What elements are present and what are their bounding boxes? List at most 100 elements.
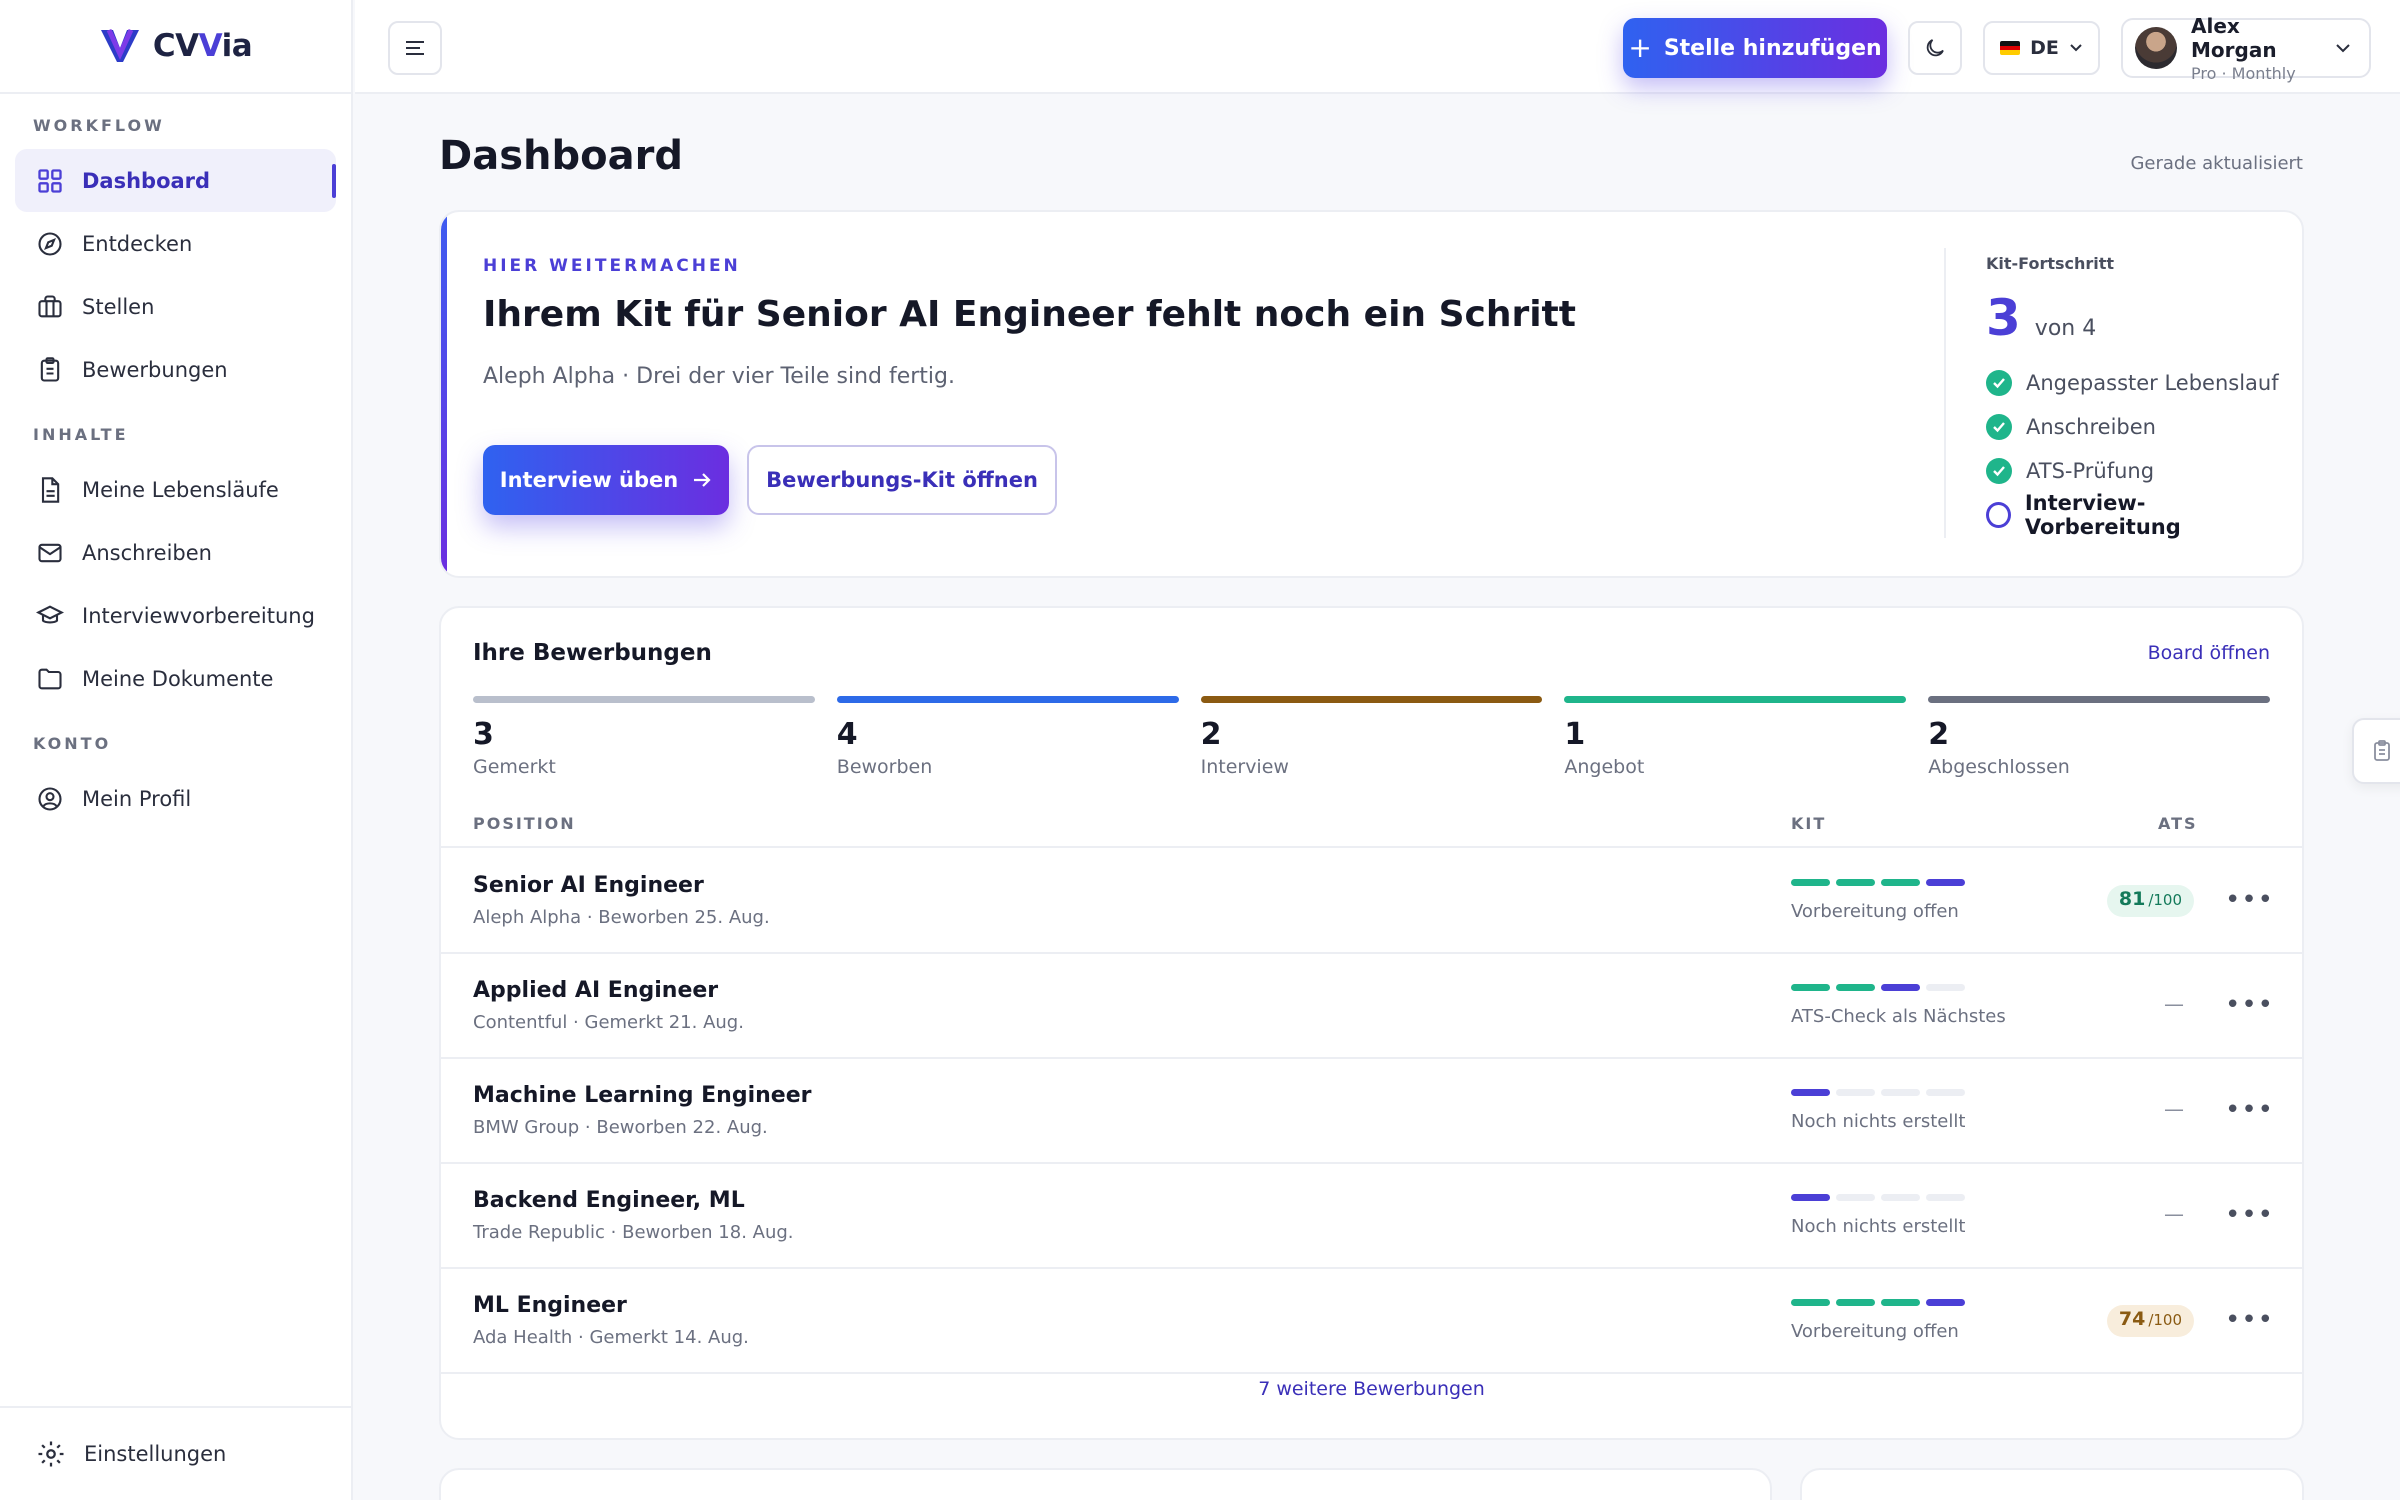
document-icon bbox=[41, 476, 60, 503]
grid-icon bbox=[38, 168, 62, 193]
row-status: ATS-Check als Nächstes bbox=[1791, 1006, 2006, 1027]
more-horizontal-icon[interactable]: ••• bbox=[2225, 990, 2274, 1020]
section-label-inhalte: INHALTE bbox=[33, 425, 129, 444]
sidebar-item-dashboard[interactable]: Dashboard bbox=[15, 149, 336, 212]
bottom-card-left bbox=[439, 1468, 1772, 1500]
kit-step: ATS-Prüfung bbox=[1986, 449, 2284, 493]
table-row[interactable]: Backend Engineer, ML Trade Republic · Be… bbox=[441, 1164, 2302, 1269]
brand-logo[interactable]: CVVia bbox=[0, 0, 351, 94]
menu-toggle-button[interactable] bbox=[388, 21, 442, 75]
table-header: POSITION KIT ATS bbox=[441, 808, 2302, 848]
floating-clipboard-tab[interactable] bbox=[2352, 718, 2400, 784]
stage-angebot[interactable]: 1 Angebot bbox=[1564, 696, 1907, 778]
ats-score-badge: 74/100 bbox=[2106, 1305, 2194, 1337]
graduation-cap-icon bbox=[36, 604, 64, 623]
kit-step: Anschreiben bbox=[1986, 405, 2284, 449]
row-status: Vorbereitung offen bbox=[1791, 1321, 1959, 1342]
row-title: Applied AI Engineer bbox=[473, 978, 719, 1003]
sidebar-item-einstellungen[interactable]: Einstellungen bbox=[0, 1406, 351, 1500]
row-status: Vorbereitung offen bbox=[1791, 901, 1959, 922]
row-title: ML Engineer bbox=[473, 1293, 627, 1318]
empty-circle-icon bbox=[1986, 502, 2011, 528]
more-applications-link[interactable]: 7 weitere Bewerbungen bbox=[441, 1378, 2302, 1400]
sidebar-item-lebenslaeufe[interactable]: Meine Lebensläufe bbox=[15, 458, 336, 521]
user-name: Alex Morgan bbox=[2191, 13, 2277, 62]
table-row[interactable]: ML Engineer Ada Health · Gemerkt 14. Aug… bbox=[441, 1269, 2302, 1374]
page-title: Dashboard bbox=[439, 133, 683, 179]
more-horizontal-icon[interactable]: ••• bbox=[2225, 885, 2274, 915]
sidebar-item-stellen[interactable]: Stellen bbox=[15, 275, 336, 338]
section-label-workflow: WORKFLOW bbox=[33, 116, 165, 135]
more-horizontal-icon[interactable]: ••• bbox=[2225, 1200, 2274, 1230]
clipboard-icon bbox=[40, 356, 60, 382]
menu-icon bbox=[406, 41, 424, 55]
flag-de-icon bbox=[2000, 41, 2021, 55]
applications-card: Ihre Bewerbungen Board öffnen 3 Gemerkt 4… bbox=[439, 606, 2304, 1440]
applications-table: Senior AI Engineer Aleph Alpha · Beworbe… bbox=[441, 849, 2302, 1374]
compass-icon bbox=[38, 231, 62, 256]
briefcase-icon bbox=[38, 294, 62, 317]
applications-title: Ihre Bewerbungen bbox=[473, 640, 712, 666]
user-menu-button[interactable]: Alex Morgan Pro · Monthly bbox=[2121, 14, 2371, 83]
ats-empty: — bbox=[2164, 992, 2184, 1016]
open-board-link[interactable]: Board öffnen bbox=[2148, 642, 2270, 664]
gear-icon bbox=[38, 1441, 64, 1467]
stage-bar bbox=[1928, 696, 2270, 703]
stage-interview[interactable]: 2 Interview bbox=[1200, 696, 1543, 778]
stage-bar bbox=[473, 696, 815, 703]
stage-bar bbox=[836, 696, 1179, 703]
stage-beworben[interactable]: 4 Beworben bbox=[836, 696, 1179, 778]
kit-progress-bar bbox=[1791, 1299, 1965, 1306]
check-circle-icon bbox=[1986, 458, 2012, 484]
row-subtitle: BMW Group · Beworben 22. Aug. bbox=[473, 1117, 768, 1138]
logo-icon bbox=[100, 28, 139, 62]
table-row[interactable]: Applied AI Engineer Contentful · Gemerkt… bbox=[441, 954, 2302, 1059]
kit-progress-bar bbox=[1791, 1194, 1965, 1201]
theme-toggle-button[interactable] bbox=[1908, 21, 1962, 75]
kit-progress-bar bbox=[1791, 1089, 1965, 1096]
sidebar-item-label: Bewerbungen bbox=[82, 357, 228, 382]
kit-step: Angepasster Lebenslauf bbox=[1986, 361, 2284, 405]
sidebar-item-label: Entdecken bbox=[82, 231, 193, 256]
language-select[interactable]: DE bbox=[1983, 21, 2100, 75]
sidebar-item-dokumente[interactable]: Meine Dokumente bbox=[15, 647, 336, 710]
continue-subtitle: Aleph Alpha · Drei der vier Teile sind f… bbox=[483, 364, 956, 389]
table-row[interactable]: Senior AI Engineer Aleph Alpha · Beworbe… bbox=[441, 849, 2302, 954]
more-horizontal-icon[interactable]: ••• bbox=[2225, 1095, 2274, 1125]
sidebar-item-label: Meine Lebensläufe bbox=[82, 477, 279, 502]
open-kit-button[interactable]: Bewerbungs-Kit öffnen bbox=[747, 445, 1057, 515]
kit-progress-bar bbox=[1791, 879, 1965, 886]
brand-name: CVVia bbox=[152, 28, 253, 64]
topbar: + Stelle hinzufügen DE Alex Morgan Pro ·… bbox=[355, 0, 2400, 94]
sidebar-item-bewerbungen[interactable]: Bewerbungen bbox=[15, 338, 336, 401]
sidebar-item-interviewvorbereitung[interactable]: Interviewvorbereitung bbox=[15, 584, 336, 647]
kit-step-pending: Interview-Vorbereitung bbox=[1986, 491, 2284, 539]
clipboard-icon bbox=[2374, 740, 2390, 761]
row-subtitle: Aleph Alpha · Beworben 25. Aug. bbox=[473, 907, 770, 928]
more-horizontal-icon[interactable]: ••• bbox=[2225, 1305, 2274, 1335]
continue-card: HIER WEITERMACHEN Ihrem Kit für Senior A… bbox=[439, 210, 2304, 578]
add-job-button[interactable]: + Stelle hinzufügen bbox=[1623, 18, 1887, 78]
sidebar: CVVia WORKFLOW Dashboard Entdecken Stell… bbox=[0, 0, 353, 1500]
plus-icon: + bbox=[1628, 31, 1652, 64]
ats-empty: — bbox=[2164, 1202, 2184, 1226]
pipeline-stages: 3 Gemerkt 4 Beworben 2 Interview 1 Angebot 2… bbox=[473, 696, 2270, 778]
row-title: Senior AI Engineer bbox=[473, 873, 704, 898]
row-status: Noch nichts erstellt bbox=[1791, 1216, 1966, 1237]
practice-interview-button[interactable]: Interview üben bbox=[483, 445, 729, 515]
row-status: Noch nichts erstellt bbox=[1791, 1111, 1966, 1132]
sidebar-item-profil[interactable]: Mein Profil bbox=[15, 767, 336, 830]
column-position: POSITION bbox=[473, 814, 576, 833]
folder-icon bbox=[38, 668, 62, 689]
sidebar-item-label: Dashboard bbox=[82, 168, 211, 193]
sidebar-item-entdecken[interactable]: Entdecken bbox=[15, 212, 336, 275]
sidebar-item-anschreiben[interactable]: Anschreiben bbox=[15, 521, 336, 584]
sidebar-item-label: Anschreiben bbox=[82, 540, 212, 565]
table-row[interactable]: Machine Learning Engineer BMW Group · Be… bbox=[441, 1059, 2302, 1164]
stage-abgeschlossen[interactable]: 2 Abgeschlossen bbox=[1928, 696, 2270, 778]
row-subtitle: Ada Health · Gemerkt 14. Aug. bbox=[473, 1327, 749, 1348]
continue-eyebrow: HIER WEITERMACHEN bbox=[483, 256, 741, 276]
kit-progress-bar bbox=[1791, 984, 1965, 991]
stage-gemerkt[interactable]: 3 Gemerkt bbox=[473, 696, 815, 778]
section-label-konto: KONTO bbox=[33, 734, 112, 753]
